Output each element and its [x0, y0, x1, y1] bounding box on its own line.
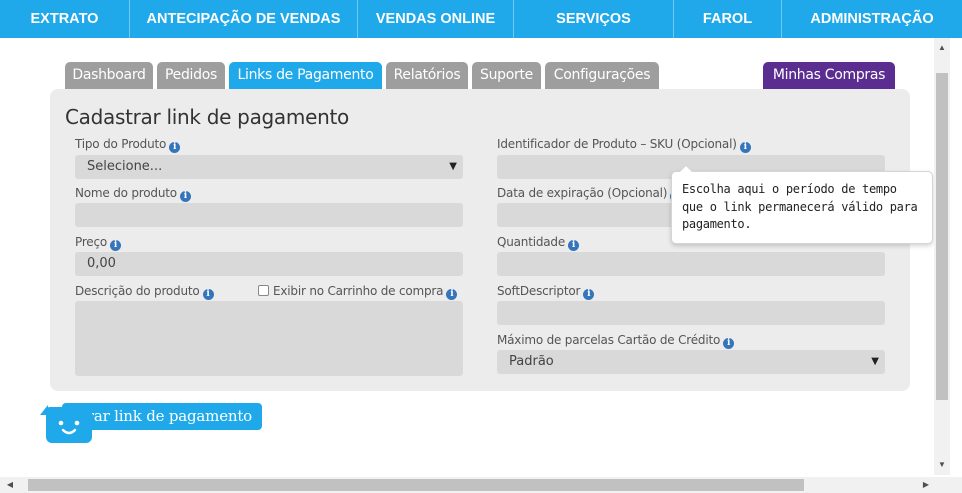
exibir-carrinho-checkbox[interactable] — [258, 285, 269, 296]
parcelas-select[interactable]: Padrão ▼ — [497, 350, 885, 374]
gerar-link-button[interactable]: Gerar link de pagamento — [62, 403, 262, 430]
nome-produto-input[interactable] — [75, 203, 463, 227]
scroll-gutter — [950, 38, 962, 477]
soft-descriptor-label: SoftDescriptor i — [497, 284, 595, 300]
exibir-carrinho-option[interactable]: Exibir no Carrinho de compra i — [258, 284, 458, 300]
nav-antecipacao-vendas[interactable]: ANTECIPAÇÃO DE VENDAS — [130, 0, 358, 38]
nav-servicos[interactable]: SERVIÇOS — [514, 0, 674, 38]
parcelas-label: Máximo de parcelas Cartão de Crédito i — [497, 333, 735, 349]
chat-face-icon — [58, 420, 80, 435]
nav-administracao[interactable]: ADMINISTRAÇÃO — [782, 0, 962, 38]
info-icon[interactable]: i — [446, 289, 458, 300]
nav-vendas-online[interactable]: VENDAS ONLINE — [358, 0, 514, 38]
preco-input[interactable]: 0,00 — [75, 252, 463, 276]
descricao-produto-label: Descrição do produto i — [75, 284, 214, 300]
info-icon[interactable]: i — [568, 240, 580, 251]
tab-relatorios[interactable]: Relatórios — [386, 62, 468, 89]
nav-extrato[interactable]: EXTRATO — [0, 0, 130, 38]
tipo-produto-select[interactable]: Selecione... ▼ — [75, 155, 463, 179]
info-icon[interactable]: i — [169, 142, 181, 153]
nome-produto-label: Nome do produto i — [75, 186, 191, 202]
tab-configuracoes[interactable]: Configurações — [545, 62, 659, 89]
soft-descriptor-input[interactable] — [497, 301, 885, 325]
top-navigation: EXTRATO ANTECIPAÇÃO DE VENDAS VENDAS ONL… — [0, 0, 962, 38]
tab-links-de-pagamento[interactable]: Links de Pagamento — [229, 62, 382, 89]
chat-bot-icon[interactable] — [40, 405, 92, 443]
quantidade-input[interactable] — [497, 252, 885, 276]
info-icon[interactable]: i — [583, 289, 595, 300]
chevron-down-icon: ▼ — [871, 356, 879, 367]
scroll-up-icon[interactable]: ▲ — [934, 40, 950, 56]
info-icon[interactable]: i — [739, 142, 751, 153]
nav-farol[interactable]: FAROL — [674, 0, 782, 38]
info-icon[interactable]: i — [110, 240, 122, 251]
info-icon[interactable]: i — [179, 191, 191, 202]
tab-suporte[interactable]: Suporte — [472, 62, 541, 89]
scroll-down-icon[interactable]: ▼ — [934, 457, 950, 473]
vertical-scroll-thumb[interactable] — [936, 73, 948, 400]
form-title: Cadastrar link de pagamento — [65, 105, 349, 129]
tab-minhas-compras[interactable]: Minhas Compras — [763, 62, 895, 89]
descricao-produto-textarea[interactable] — [75, 301, 463, 376]
info-icon[interactable]: i — [202, 289, 214, 300]
data-expiracao-tooltip: Escolha aqui o período de tempo que o li… — [671, 164, 933, 244]
tipo-produto-label: Tipo do Produto i — [75, 137, 181, 153]
page-content: Dashboard Pedidos Links de Pagamento Rel… — [0, 38, 934, 475]
scroll-left-icon[interactable]: ◀ — [2, 477, 18, 493]
quantidade-label: Quantidade i — [497, 235, 580, 251]
scroll-right-icon[interactable]: ▶ — [918, 477, 934, 493]
info-icon[interactable]: i — [723, 338, 735, 349]
chevron-down-icon: ▼ — [449, 161, 457, 172]
tab-dashboard[interactable]: Dashboard — [65, 62, 153, 89]
tab-pedidos[interactable]: Pedidos — [157, 62, 225, 89]
horizontal-scroll-thumb[interactable] — [28, 479, 804, 491]
sku-label: Identificador de Produto – SKU (Opcional… — [497, 137, 751, 153]
preco-label: Preço i — [75, 235, 122, 251]
vertical-scrollbar[interactable]: ▲ ▼ — [934, 38, 950, 475]
data-expiracao-label: Data de expiração (Opcional)i — [497, 186, 682, 202]
scroll-corner — [950, 477, 962, 493]
horizontal-scrollbar[interactable]: ◀ ▶ — [0, 477, 950, 493]
section-tabs: Dashboard Pedidos Links de Pagamento Rel… — [65, 62, 895, 89]
